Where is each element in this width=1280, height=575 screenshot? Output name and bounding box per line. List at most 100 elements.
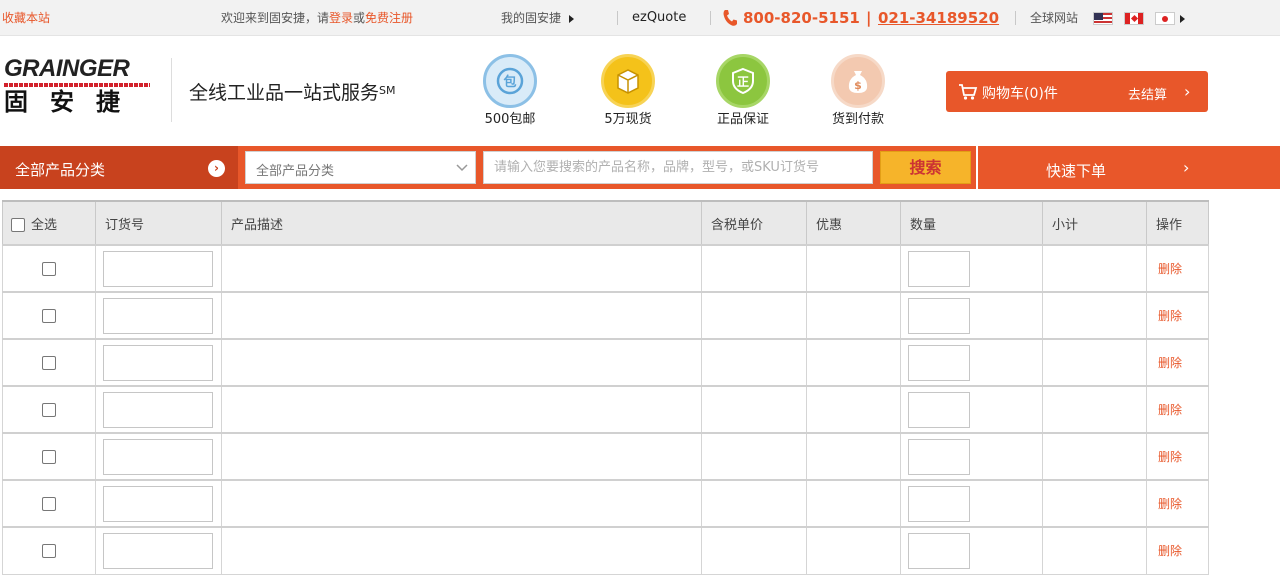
discount-cell (806, 479, 901, 528)
row-select-cell (2, 244, 96, 293)
order-no-input[interactable] (103, 438, 213, 475)
login-link[interactable]: 登录 (329, 11, 353, 25)
my-account-menu[interactable]: 我的固安捷 (501, 11, 575, 25)
feature-in-stock: 5万现货 (588, 54, 668, 128)
delete-link[interactable]: 删除 (1146, 338, 1209, 387)
order-no-input[interactable] (103, 391, 213, 428)
all-categories-button[interactable]: 全部产品分类 › (0, 146, 238, 189)
quantity-input[interactable] (908, 344, 970, 381)
search-button[interactable]: 搜索 (880, 151, 971, 184)
free-shipping-icon: 包 (483, 54, 537, 108)
column-header-subtotal: 小计 (1042, 200, 1147, 246)
row-checkbox[interactable] (42, 308, 56, 323)
subtotal-cell (1042, 432, 1147, 481)
phone-separator: | (866, 9, 872, 27)
column-header-action: 操作 (1146, 200, 1209, 246)
table-row: 删除 (2, 479, 1209, 528)
delete-link[interactable]: 删除 (1146, 291, 1209, 340)
delete-link[interactable]: 删除 (1146, 432, 1209, 481)
quantity-input[interactable] (908, 391, 970, 428)
unit-price-cell (701, 385, 807, 434)
order-no-input[interactable] (103, 485, 213, 522)
search-input[interactable] (483, 151, 873, 184)
row-checkbox[interactable] (42, 543, 56, 558)
my-account-label: 我的固安捷 (501, 11, 562, 25)
japan-flag-icon[interactable] (1155, 12, 1175, 25)
cart-icon (959, 84, 978, 100)
delete-link[interactable]: 删除 (1146, 385, 1209, 434)
description-cell (221, 526, 702, 575)
order-no-input[interactable] (103, 344, 213, 381)
column-header-unit-price: 含税单价 (701, 200, 807, 246)
quantity-input[interactable] (908, 438, 970, 475)
column-header-quantity: 数量 (900, 200, 1043, 246)
phone-number-primary[interactable]: 800-820-5151 (743, 9, 860, 27)
checkout-link[interactable]: 去结算 (1128, 84, 1167, 103)
order-no-input[interactable] (103, 297, 213, 334)
quantity-input[interactable] (908, 297, 970, 334)
select-all-header[interactable]: 全选 (2, 200, 96, 246)
row-checkbox[interactable] (42, 449, 56, 464)
quantity-input[interactable] (908, 532, 970, 569)
quick-order-button[interactable]: 快速下单 › (978, 146, 1280, 189)
feature-label: 5万现货 (604, 112, 652, 127)
slogan-text: 全线工业品一站式服务 (189, 82, 380, 104)
slogan: 全线工业品一站式服务SM (189, 78, 396, 105)
caret-right-icon (569, 14, 575, 23)
description-cell (221, 291, 702, 340)
genuine-guarantee-icon: 正 (716, 54, 770, 108)
feature-label: 500包邮 (484, 112, 536, 127)
top-utility-bar: 收藏本站 欢迎来到固安捷，请登录或免费注册 我的固安捷 ezQuote 800-… (0, 0, 1280, 36)
global-sites-menu[interactable] (1180, 11, 1185, 25)
delete-link[interactable]: 删除 (1146, 479, 1209, 528)
cash-on-delivery-icon: $ (831, 54, 885, 108)
subtotal-cell (1042, 338, 1147, 387)
all-categories-label: 全部产品分类 (15, 161, 106, 179)
select-all-checkbox[interactable] (11, 218, 25, 232)
row-checkbox[interactable] (42, 402, 56, 417)
discount-cell (806, 338, 901, 387)
select-all-label: 全选 (31, 217, 58, 233)
canada-flag-icon[interactable] (1124, 12, 1144, 25)
quantity-cell (900, 291, 1043, 340)
row-select-cell (2, 385, 96, 434)
order-no-cell (95, 291, 222, 340)
discount-cell (806, 432, 901, 481)
quantity-cell (900, 526, 1043, 575)
cart-button[interactable]: 购物车(0)件 去结算 › (946, 71, 1208, 112)
unit-price-cell (701, 432, 807, 481)
delete-link[interactable]: 删除 (1146, 526, 1209, 575)
row-checkbox[interactable] (42, 355, 56, 370)
phone-number-secondary[interactable]: 021-34189520 (878, 9, 999, 27)
caret-right-icon (1180, 14, 1185, 23)
order-no-cell (95, 244, 222, 293)
divider (1015, 11, 1016, 25)
welcome-text: 欢迎来到固安捷，请 (221, 11, 330, 25)
row-checkbox[interactable] (42, 261, 56, 276)
category-select[interactable]: 全部产品分类 (245, 151, 476, 184)
column-header-discount: 优惠 (806, 200, 901, 246)
ezquote-link[interactable]: ezQuote (632, 11, 686, 25)
quantity-cell (900, 244, 1043, 293)
delete-link[interactable]: 删除 (1146, 244, 1209, 293)
unit-price-cell (701, 479, 807, 528)
quantity-input[interactable] (908, 485, 970, 522)
description-cell (221, 338, 702, 387)
row-checkbox[interactable] (42, 496, 56, 511)
bookmark-site-link[interactable]: 收藏本站 (2, 11, 50, 25)
row-select-cell (2, 526, 96, 575)
chevron-circle-right-icon: › (208, 160, 225, 177)
order-no-input[interactable] (103, 532, 213, 569)
order-no-input[interactable] (103, 250, 213, 287)
us-flag-icon[interactable] (1093, 12, 1113, 25)
table-header-row: 全选 订货号 产品描述 含税单价 优惠 数量 小计 操作 (2, 200, 1209, 246)
register-link[interactable]: 免费注册 (365, 11, 413, 25)
quick-order-label: 快速下单 (1046, 162, 1107, 180)
quantity-input[interactable] (908, 250, 970, 287)
divider (617, 11, 618, 25)
grainger-logo[interactable]: GRAINGER 固安捷 (4, 56, 160, 126)
unit-price-cell (701, 526, 807, 575)
row-select-cell (2, 432, 96, 481)
table-row: 删除 (2, 244, 1209, 293)
table-row: 删除 (2, 291, 1209, 340)
